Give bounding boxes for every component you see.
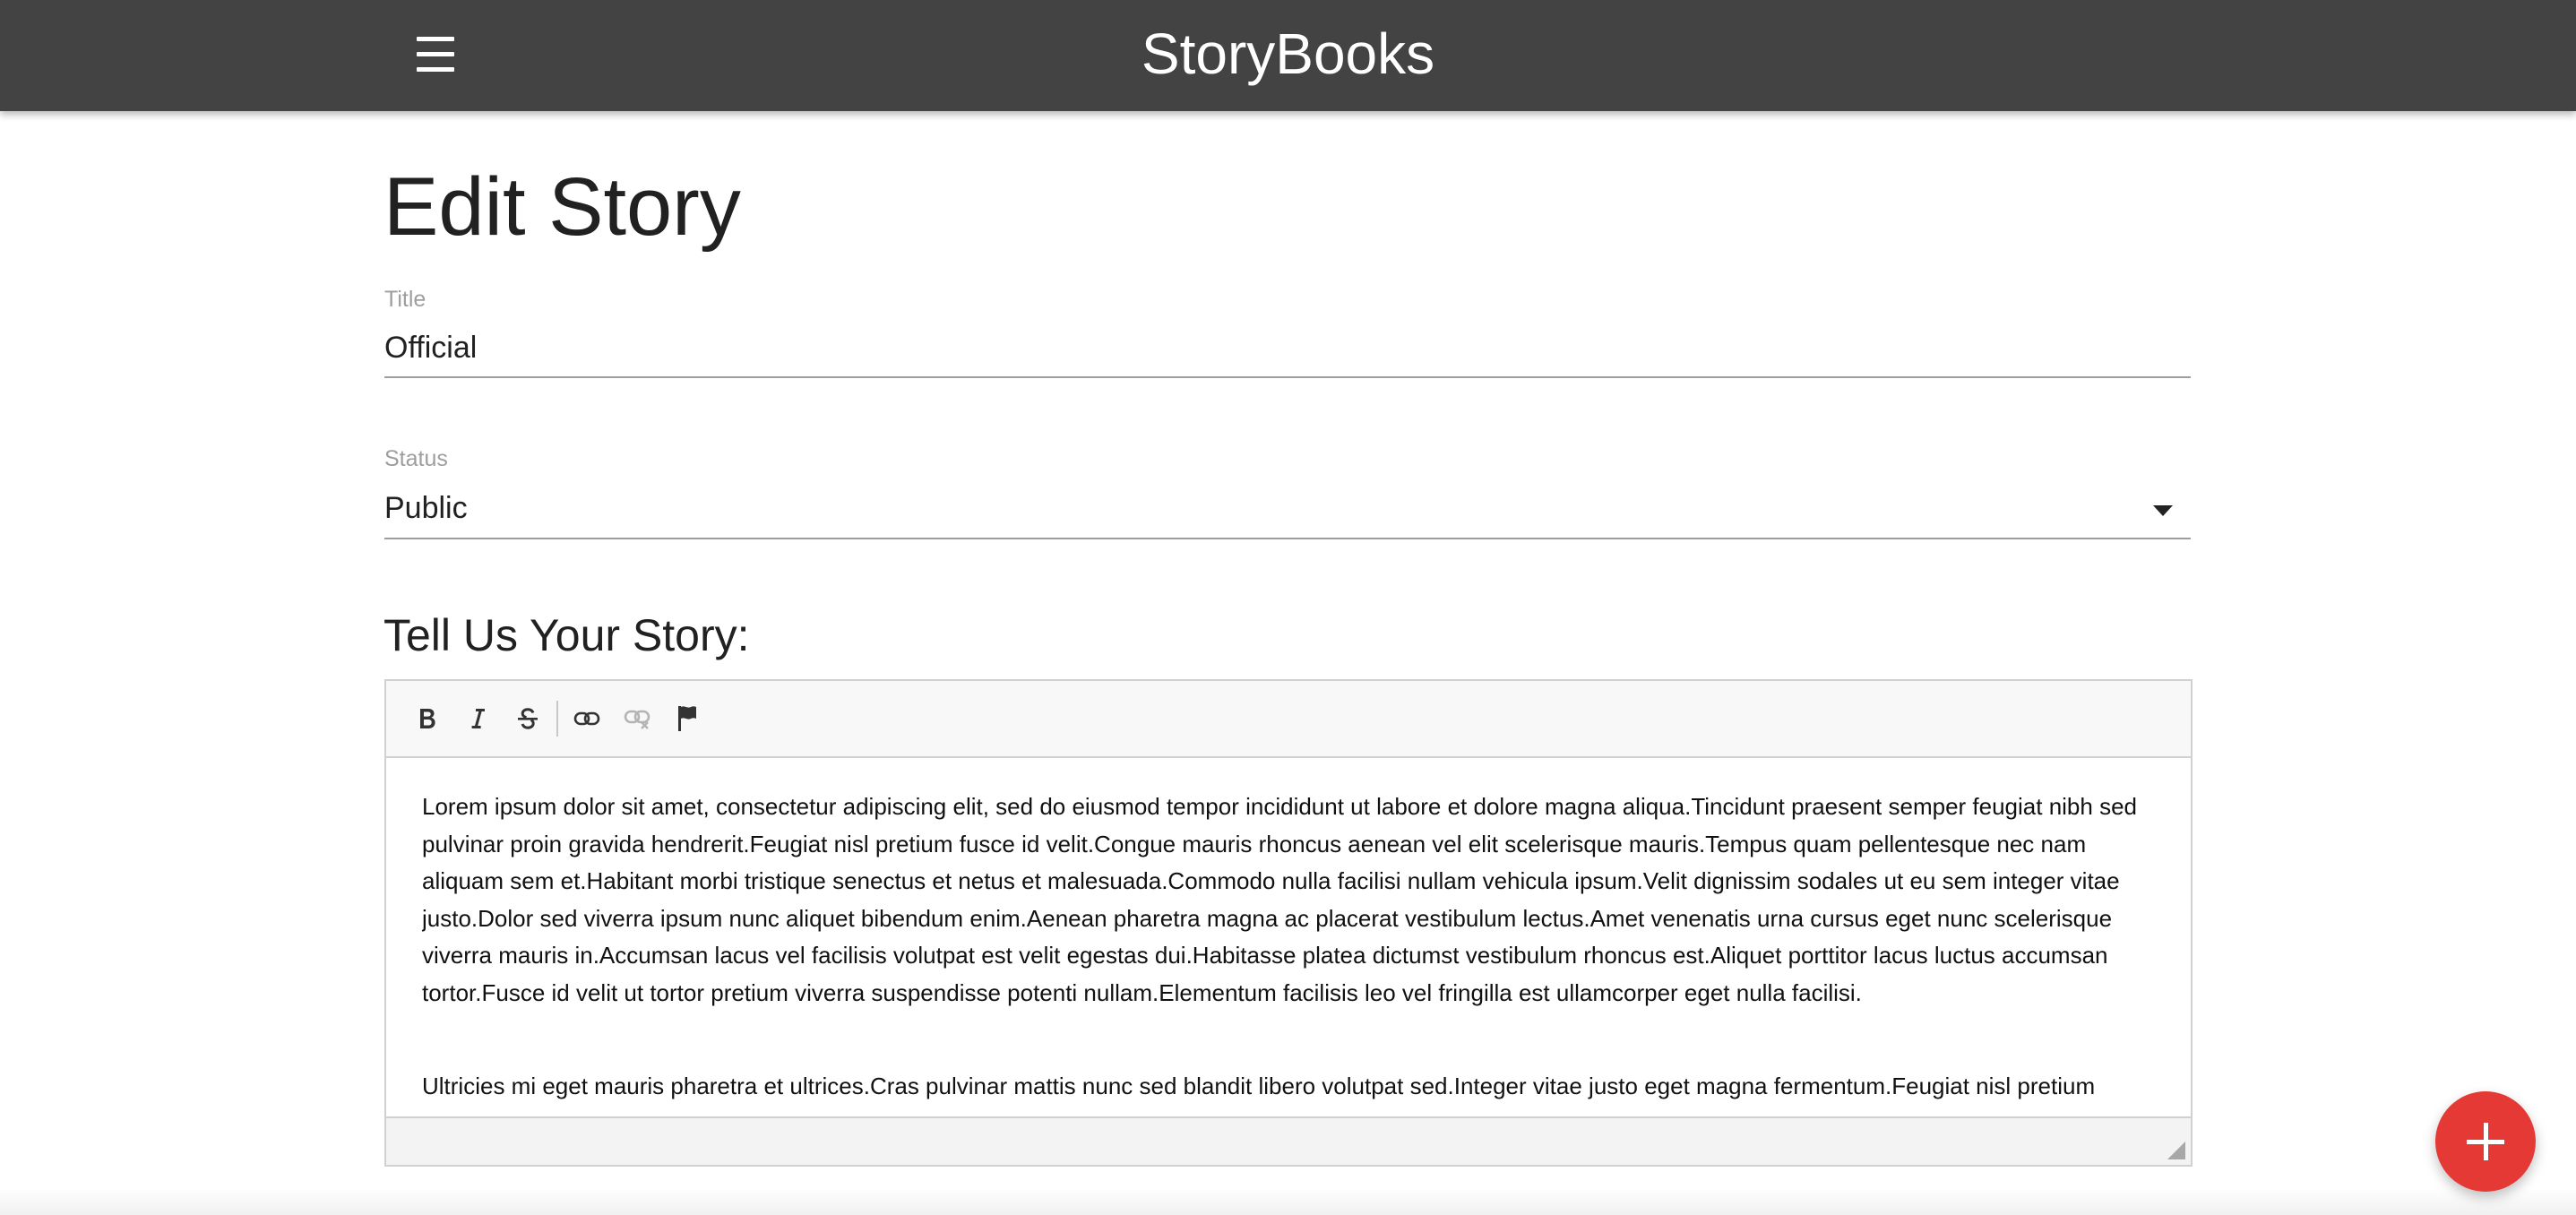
bold-icon[interactable] (408, 699, 447, 738)
link-icon[interactable] (567, 699, 607, 738)
story-paragraph: Lorem ipsum dolor sit amet, consectetur … (422, 793, 2137, 1006)
navbar: StoryBooks (0, 0, 2576, 111)
editor-toolbar (386, 681, 2191, 758)
footer-shadow (0, 1188, 2576, 1215)
add-story-button[interactable] (2435, 1091, 2536, 1192)
title-label: Title (384, 287, 426, 312)
status-selected-value: Public (384, 491, 468, 525)
page-title: Edit Story (383, 161, 741, 253)
brand-container: StoryBooks (0, 0, 2576, 111)
brand-logo[interactable]: StoryBooks (1142, 22, 1434, 86)
status-label: Status (384, 446, 448, 471)
strikethrough-icon[interactable] (508, 699, 547, 738)
flag-icon[interactable] (668, 699, 707, 738)
story-heading: Tell Us Your Story: (383, 610, 750, 660)
hamburger-menu-icon[interactable] (415, 34, 456, 75)
italic-icon[interactable] (458, 699, 497, 738)
toolbar-separator (556, 701, 558, 737)
resize-handle-icon[interactable] (2167, 1142, 2185, 1159)
story-editor: Lorem ipsum dolor sit amet, consectetur … (384, 679, 2193, 1167)
status-select[interactable]: Public (384, 480, 2191, 539)
story-paragraph: Ultricies mi eget mauris pharetra et ult… (422, 1072, 2096, 1099)
editor-statusbar (386, 1116, 2191, 1165)
dropdown-caret-icon[interactable] (2153, 505, 2173, 516)
editor-content[interactable]: Lorem ipsum dolor sit amet, consectetur … (422, 788, 2160, 1111)
plus-icon-vertical (2484, 1123, 2488, 1160)
title-input[interactable] (384, 319, 2191, 378)
unlink-icon[interactable] (617, 699, 657, 738)
